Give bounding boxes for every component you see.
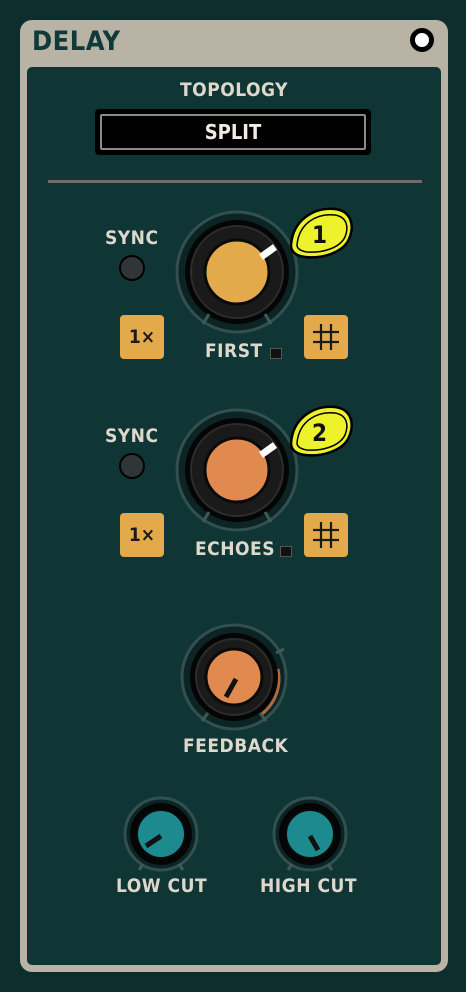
high-cut-knob[interactable] (270, 794, 350, 874)
low-cut-knob[interactable] (121, 794, 201, 874)
topology-value: SPLIT (100, 114, 366, 150)
grid-icon (313, 324, 339, 350)
first-sync-toggle[interactable] (119, 255, 145, 281)
feedback-label: FEEDBACK (183, 735, 289, 757)
echoes-sync-label: SYNC (105, 425, 159, 447)
high-cut-label: HIGH CUT (260, 875, 358, 897)
echoes-badge-number: 2 (312, 419, 328, 447)
first-label: FIRST (205, 340, 263, 362)
first-badge-number: 1 (312, 221, 328, 249)
echoes-sync-toggle[interactable] (119, 453, 145, 479)
module-title: DELAY (32, 26, 121, 57)
echoes-label: ECHOES (195, 538, 276, 560)
divider (48, 180, 422, 183)
echoes-grid-button[interactable] (304, 513, 348, 557)
echoes-multiplier-button[interactable]: 1× (120, 513, 164, 557)
low-cut-label: LOW CUT (116, 875, 208, 897)
delay-panel: TOPOLOGY SPLIT SYNC 1× FIRST 1 SYNC 1× E… (27, 67, 441, 965)
topology-selector[interactable]: SPLIT (95, 109, 371, 155)
first-multiplier-button[interactable]: 1× (120, 315, 164, 359)
delay-module: DELAY TOPOLOGY SPLIT SYNC 1× FIRST 1 SYN… (20, 20, 448, 972)
first-indicator (270, 348, 282, 359)
echoes-indicator (280, 546, 292, 557)
feedback-knob[interactable] (174, 617, 294, 737)
topology-label: TOPOLOGY (180, 79, 288, 101)
power-toggle[interactable] (410, 28, 434, 52)
grid-icon (313, 522, 339, 548)
first-sync-label: SYNC (105, 227, 159, 249)
first-grid-button[interactable] (304, 315, 348, 359)
